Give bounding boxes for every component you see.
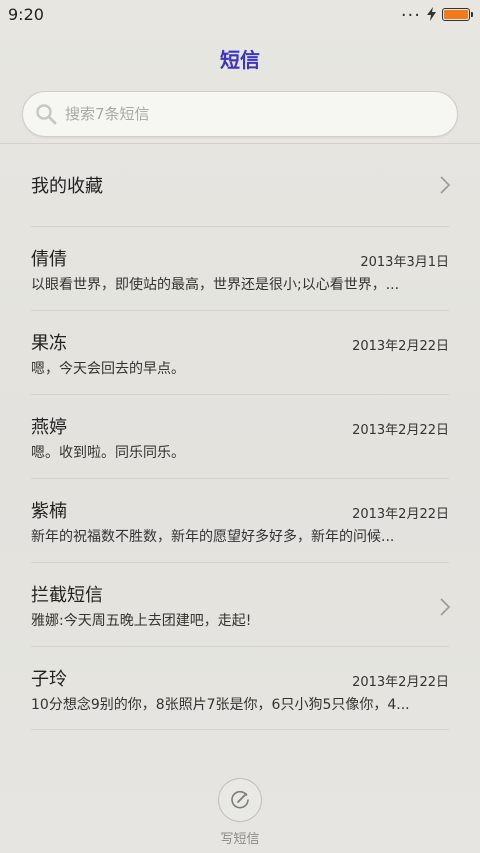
- message-sender: 燕婷: [31, 417, 67, 438]
- message-preview: 雅娜:今天周五晚上去团建吧，走起!: [31, 613, 252, 629]
- lightning-bolt-icon: [427, 7, 436, 21]
- compose-pencil-icon[interactable]: [218, 778, 262, 822]
- message-date: 2013年2月22日: [352, 339, 449, 354]
- message-sender: 拦截短信: [31, 585, 103, 606]
- status-time: 9:20: [8, 4, 44, 24]
- message-date: 2013年2月22日: [352, 423, 449, 438]
- compose-button[interactable]: 写短信: [210, 778, 270, 848]
- favorites-label: 我的收藏: [31, 176, 103, 197]
- chevron-right-icon: [440, 176, 450, 194]
- battery-level: [444, 9, 468, 19]
- message-date: 2013年2月22日: [352, 675, 449, 690]
- compose-label: 写短信: [220, 832, 260, 847]
- favorites-row[interactable]: 我的收藏: [0, 144, 480, 226]
- message-row[interactable]: 燕婷 2013年2月22日 嗯。收到啦。同乐同乐。: [0, 394, 480, 478]
- message-preview: 10分想念9别的你，8张照片7张是你，6只小狗5只像你，4...: [31, 697, 410, 713]
- search-bar[interactable]: [22, 91, 458, 137]
- chevron-right-icon: [440, 598, 450, 616]
- message-sender: 倩倩: [31, 249, 67, 270]
- message-preview: 嗯。收到啦。同乐同乐。: [31, 445, 185, 461]
- message-row[interactable]: 紫楠 2013年2月22日 新年的祝福数不胜数，新年的愿望好多好多，新年的问候.…: [0, 478, 480, 562]
- status-bar: 9:20 ...: [0, 0, 480, 28]
- message-sender: 果冻: [31, 333, 67, 354]
- message-sender: 子玲: [31, 669, 67, 690]
- message-row[interactable]: 倩倩 2013年3月1日 以眼看世界，即使站的最高，世界还是很小;以心看世界，.…: [0, 226, 480, 310]
- signal-dots-icon: ...: [400, 0, 421, 21]
- search-input[interactable]: [65, 105, 445, 123]
- blocked-messages-row[interactable]: 拦截短信 雅娜:今天周五晚上去团建吧，走起!: [0, 562, 480, 646]
- battery-icon: [442, 7, 473, 21]
- message-preview: 嗯，今天会回去的早点。: [31, 361, 185, 377]
- search-icon: [35, 103, 57, 125]
- message-row[interactable]: 子玲 2013年2月22日 10分想念9别的你，8张照片7张是你，6只小狗5只像…: [0, 646, 480, 730]
- page-title: 短信: [220, 48, 260, 72]
- message-sender: 紫楠: [31, 501, 67, 522]
- status-icons: ...: [400, 0, 473, 21]
- message-preview: 新年的祝福数不胜数，新年的愿望好多好多，新年的问候...: [31, 529, 395, 545]
- message-row[interactable]: 果冻 2013年2月22日 嗯，今天会回去的早点。: [0, 310, 480, 394]
- message-list: 倩倩 2013年3月1日 以眼看世界，即使站的最高，世界还是很小;以心看世界，.…: [0, 226, 480, 730]
- message-date: 2013年3月1日: [360, 255, 449, 270]
- message-date: 2013年2月22日: [352, 507, 449, 522]
- message-preview: 以眼看世界，即使站的最高，世界还是很小;以心看世界，...: [31, 277, 400, 293]
